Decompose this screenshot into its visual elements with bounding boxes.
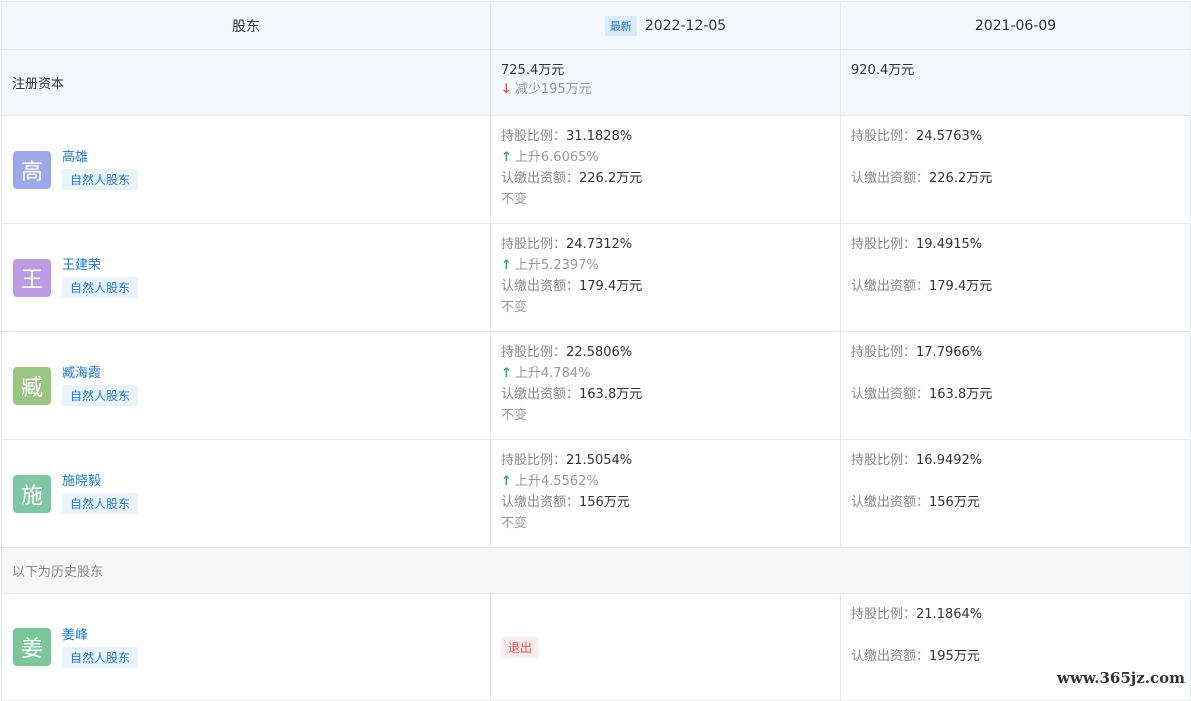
arrow-down-icon: ↓ [501, 82, 512, 97]
shareholder-cell: 姜 姜峰 自然人股东 [2, 594, 491, 700]
previous-holding: 持股比例：16.9492% 认缴出资额：156万元 [851, 453, 983, 510]
subscribed-change: 不变 [501, 516, 528, 531]
latest-holding: 持股比例：31.1828% ↑ 上升6.6065% 认缴出资额：226.2万元 不… [491, 116, 841, 223]
table-row: 高 高雄 自然人股东 持股比例：31.1828% ↑ 上升6.6065% 认缴出资… [2, 116, 1190, 224]
header-date-previous: 2021-06-09 [974, 17, 1057, 34]
capital-change: ↓ 减少195万元 [501, 82, 592, 97]
ratio-previous: 24.5763% [916, 129, 983, 144]
exit-badge: 退出 [501, 636, 540, 658]
table-row: 臧 臧海霞 自然人股东 持股比例：22.5806% ↑ 上升4.784% 认缴出资… [2, 332, 1190, 440]
arrow-up-icon: ↑ [501, 366, 512, 381]
shareholder-name-link[interactable]: 王建荣 [62, 257, 138, 275]
avatar: 施 [13, 474, 51, 513]
shareholder-cell: 臧 臧海霞 自然人股东 [2, 332, 491, 439]
watermark: www.365jz.com [1057, 669, 1185, 687]
shareholder-name-link[interactable]: 施晓毅 [62, 473, 138, 491]
latest-badge: 最新 [604, 15, 637, 36]
subscribed-previous: 156万元 [929, 495, 980, 510]
history-label: 以下为历史股东 [12, 565, 104, 580]
ratio-change: ↑ 上升4.5562% [501, 474, 599, 489]
capital-value-previous: 920.4万元 [851, 63, 915, 78]
latest-holding: 持股比例：21.5054% ↑ 上升4.5562% 认缴出资额：156万元 不变 [491, 440, 841, 547]
shareholder-table: 股东 最新 2022-12-05 2021-06-09 注册资本 725.4万元… [1, 1, 1191, 701]
person-tag: 自然人股东 [62, 493, 139, 514]
header-shareholder: 股东 [2, 2, 491, 49]
arrow-up-icon: ↑ [501, 150, 512, 165]
header-date-latest: 最新 2022-12-05 [491, 2, 841, 49]
shareholder-cell: 王 王建荣 自然人股东 [2, 224, 491, 331]
avatar: 王 [13, 258, 51, 297]
shareholder-cell: 施 施晓毅 自然人股东 [2, 440, 491, 547]
subscribed-change: 不变 [501, 192, 528, 207]
subscribed-previous: 226.2万元 [929, 171, 993, 186]
date-latest: 2022-12-05 [644, 17, 727, 34]
shareholder-cell: 高 高雄 自然人股东 [2, 116, 491, 223]
table-header: 股东 最新 2022-12-05 2021-06-09 [2, 2, 1190, 50]
previous-holding: 持股比例：24.5763% 认缴出资额：226.2万元 [851, 129, 993, 186]
history-divider-row: 以下为历史股东 [2, 548, 1190, 594]
previous-holding: 持股比例：19.4915% 认缴出资额：179.4万元 [851, 237, 993, 294]
person-tag: 自然人股东 [62, 646, 139, 668]
ratio-previous: 16.9492% [916, 453, 983, 468]
capital-label: 注册资本 [2, 50, 491, 115]
avatar: 姜 [13, 628, 51, 666]
registered-capital-row: 注册资本 725.4万元 ↓ 减少195万元 920.4万元 [2, 50, 1190, 116]
avatar: 臧 [13, 366, 51, 405]
ratio-latest: 22.5806% [566, 345, 633, 360]
ratio-previous: 21.1864% [916, 607, 983, 622]
subscribed-previous: 195万元 [929, 649, 980, 664]
subscribed-previous: 179.4万元 [929, 279, 993, 294]
table-row: 王 王建荣 自然人股东 持股比例：24.7312% ↑ 上升5.2397% 认缴出… [2, 224, 1190, 332]
ratio-latest: 31.1828% [566, 129, 633, 144]
shareholder-name-link[interactable]: 高雄 [62, 149, 138, 167]
subscribed-latest: 156万元 [579, 495, 630, 510]
latest-holding: 退出 [491, 594, 841, 700]
capital-value-latest: 725.4万元 [501, 63, 565, 78]
ratio-latest: 24.7312% [566, 237, 633, 252]
ratio-previous: 17.7966% [916, 345, 983, 360]
latest-holding: 持股比例：24.7312% ↑ 上升5.2397% 认缴出资额：179.4万元 不… [491, 224, 841, 331]
person-tag: 自然人股东 [62, 169, 139, 190]
subscribed-latest: 179.4万元 [579, 279, 643, 294]
avatar: 高 [13, 150, 51, 189]
ratio-previous: 19.4915% [916, 237, 983, 252]
previous-holding: 持股比例：17.7966% 认缴出资额：163.8万元 [851, 345, 993, 402]
shareholder-name-link[interactable]: 臧海霞 [62, 365, 138, 383]
person-tag: 自然人股东 [62, 277, 139, 298]
arrow-up-icon: ↑ [501, 258, 512, 273]
subscribed-previous: 163.8万元 [929, 387, 993, 402]
ratio-latest: 21.5054% [566, 453, 633, 468]
latest-holding: 持股比例：22.5806% ↑ 上升4.784% 认缴出资额：163.8万元 不变 [491, 332, 841, 439]
subscribed-change: 不变 [501, 408, 528, 423]
capital-previous: 920.4万元 [841, 50, 1190, 115]
capital-latest: 725.4万元 ↓ 减少195万元 [491, 50, 841, 115]
ratio-change: ↑ 上升6.6065% [501, 150, 599, 165]
ratio-change: ↑ 上升4.784% [501, 366, 591, 381]
shareholder-name-link[interactable]: 姜峰 [62, 627, 138, 645]
subscribed-latest: 163.8万元 [579, 387, 643, 402]
table-row: 姜 姜峰 自然人股东 退出 持股比例：21.1864% 认缴出资额：195万元 [2, 594, 1190, 700]
person-tag: 自然人股东 [62, 385, 139, 406]
arrow-up-icon: ↑ [501, 474, 512, 489]
subscribed-change: 不变 [501, 300, 528, 315]
ratio-change: ↑ 上升5.2397% [501, 258, 599, 273]
subscribed-latest: 226.2万元 [579, 171, 643, 186]
table-row: 施 施晓毅 自然人股东 持股比例：21.5054% ↑ 上升4.5562% 认缴出… [2, 440, 1190, 548]
